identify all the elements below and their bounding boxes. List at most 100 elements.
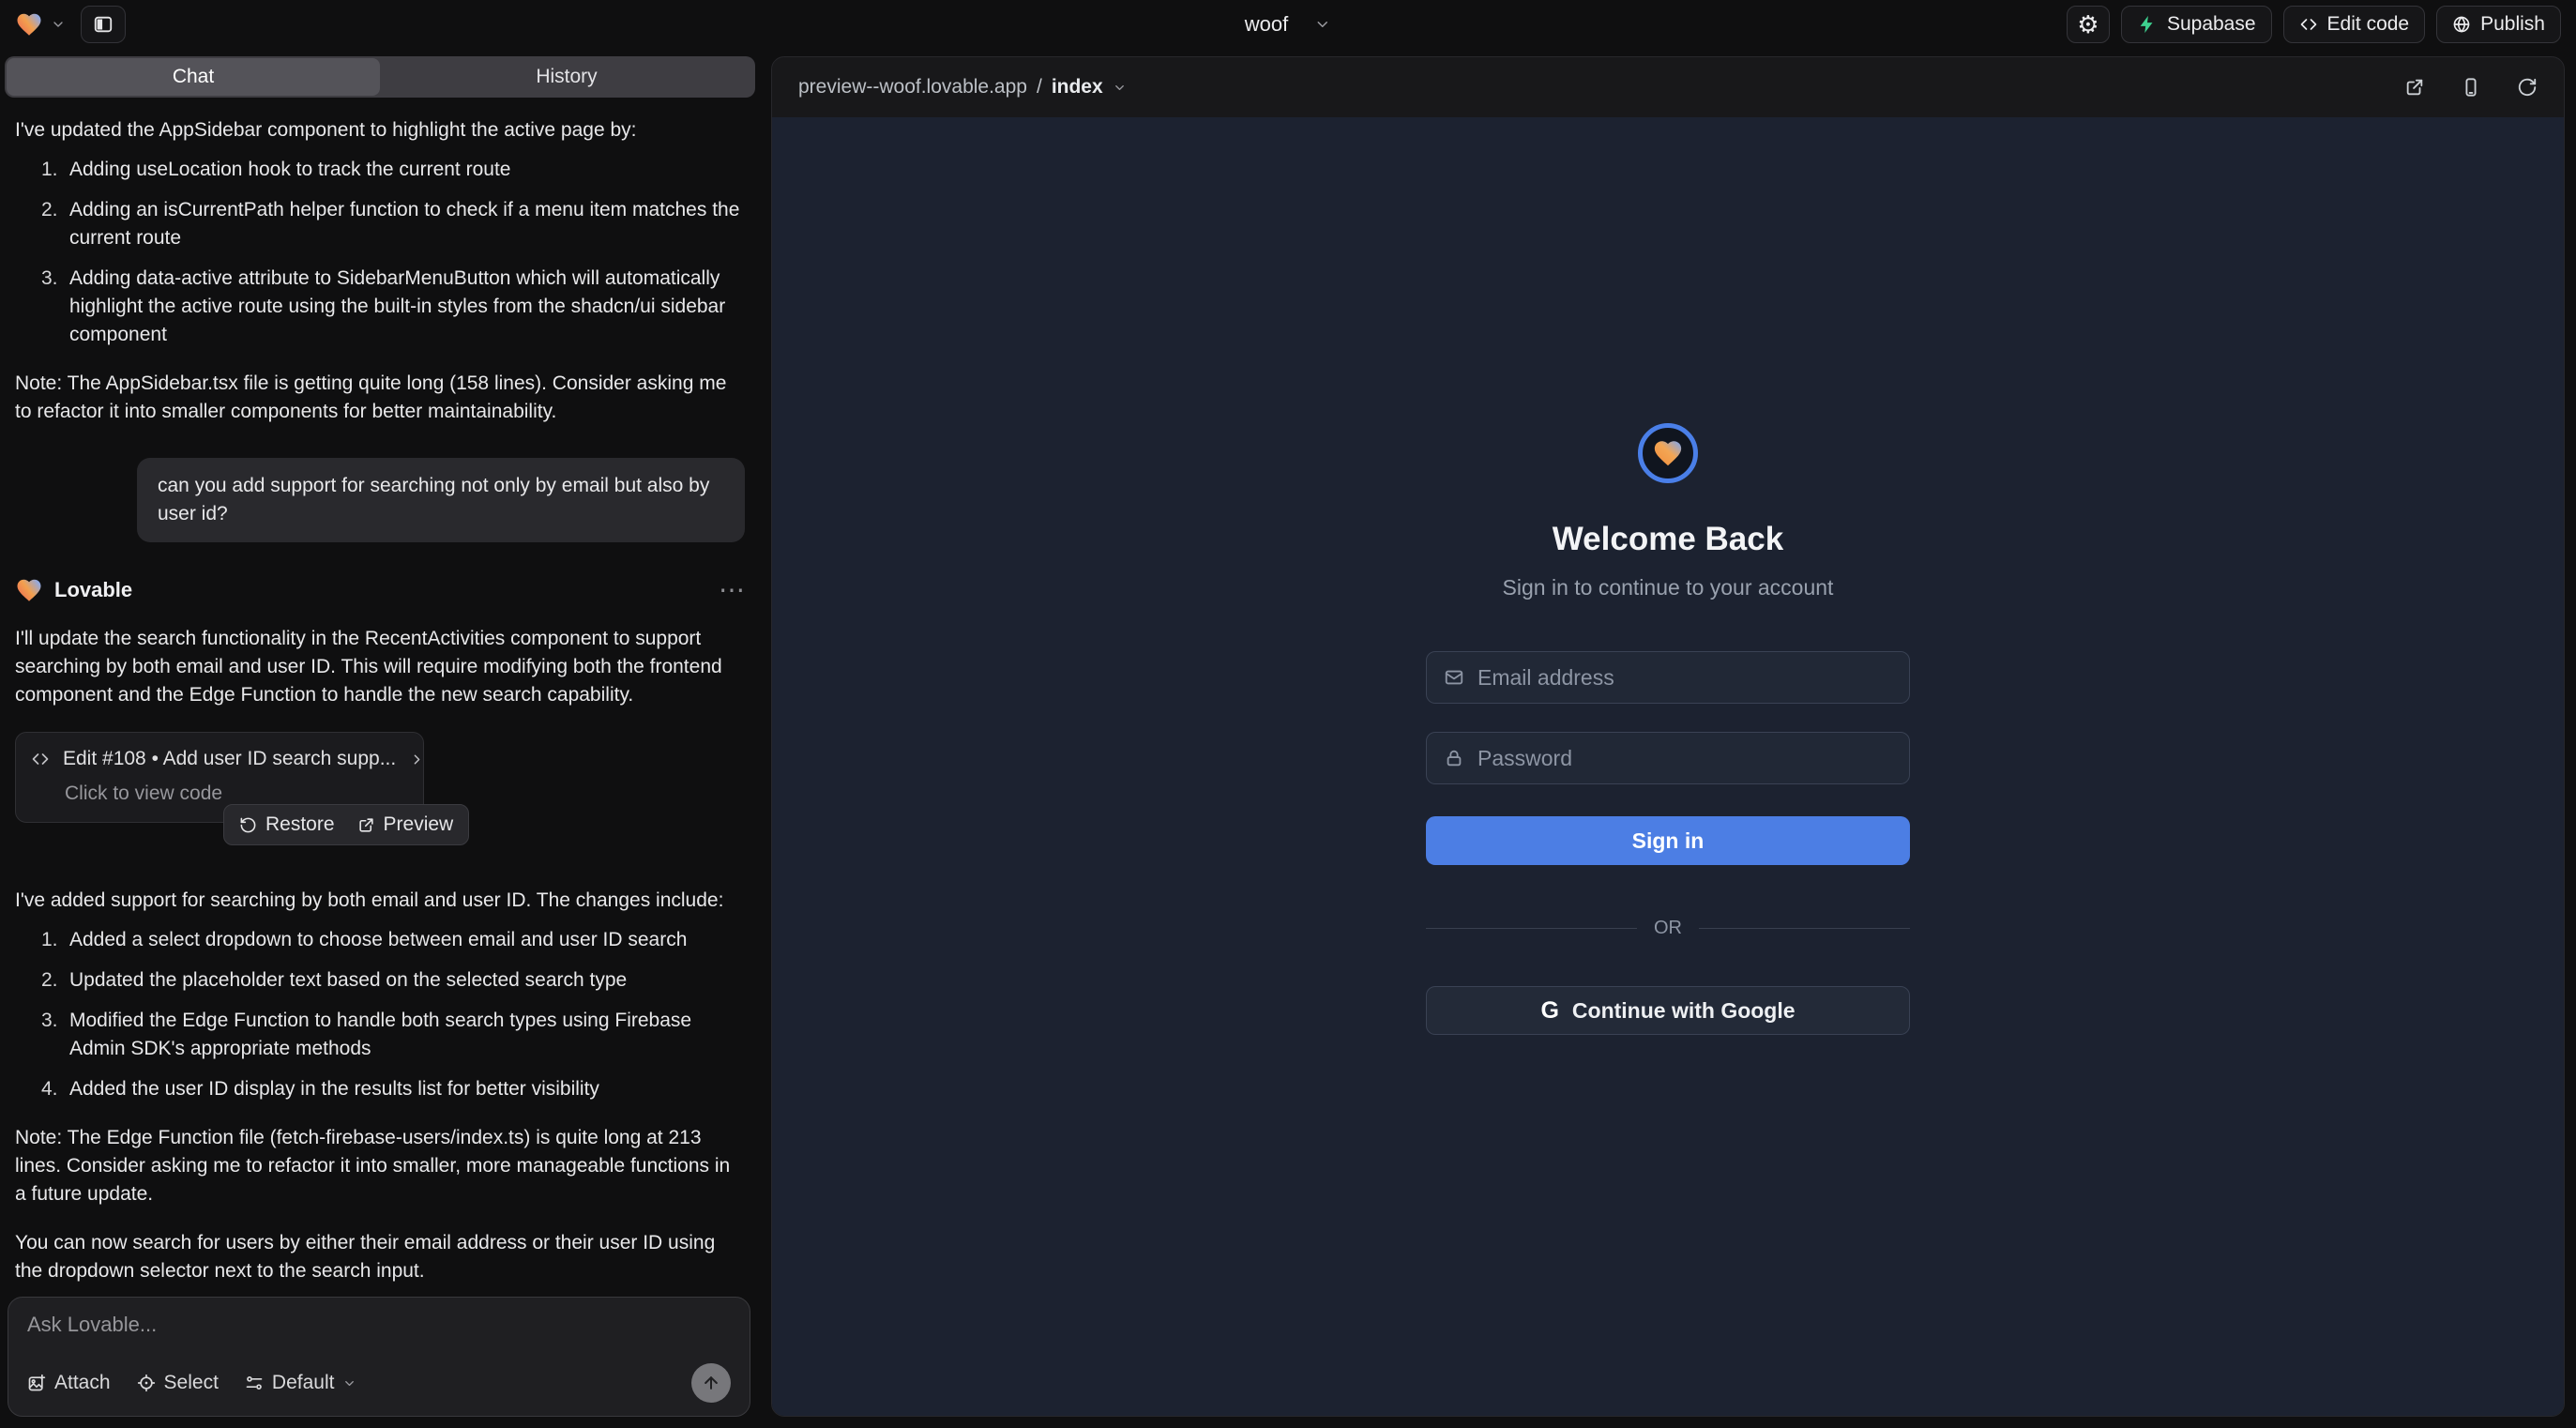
user-message-text: can you add support for searching not on… [158, 475, 709, 524]
sliders-icon [245, 1374, 264, 1392]
project-switcher[interactable]: woof [1245, 0, 1331, 49]
preview-pane: preview--woof.lovable.app / index [771, 56, 2565, 1417]
assistant-paragraph: I've added support for searching by both… [15, 887, 745, 915]
assistant-note: Note: The AppSidebar.tsx file is getting… [15, 370, 745, 426]
message-menu-button[interactable]: ⋯ [719, 581, 745, 600]
auth-title: Welcome Back [1553, 521, 1783, 558]
chevron-right-icon [409, 752, 425, 767]
settings-button[interactable]: ⚙ [2067, 6, 2110, 43]
attach-label: Attach [54, 1372, 111, 1394]
select-label: Select [164, 1372, 219, 1394]
password-field[interactable] [1426, 732, 1910, 784]
chevron-down-icon [1314, 16, 1331, 33]
gear-icon: ⚙ [2077, 10, 2099, 39]
list-number: 3. [41, 1007, 69, 1063]
password-input[interactable] [1477, 746, 1892, 771]
assistant-message-header: Lovable ⋯ [15, 576, 745, 604]
composer: Attach Select Default [8, 1297, 750, 1417]
composer-toolbar: Attach Select Default [27, 1363, 731, 1403]
lovable-heart-icon [15, 576, 43, 604]
chat-sidebar: Chat History I've updated the AppSidebar… [0, 49, 760, 1428]
code-icon [31, 750, 50, 768]
lovable-logo-menu[interactable] [15, 10, 66, 38]
auth-card: Welcome Back Sign in to continue to your… [1426, 117, 1910, 1035]
message-list: I've updated the AppSidebar component to… [0, 101, 760, 1287]
restore-label: Restore [265, 811, 335, 839]
open-in-new-tab-icon[interactable] [2404, 77, 2425, 98]
preview-actions [2404, 77, 2538, 98]
auth-subtitle: Sign in to continue to your account [1503, 575, 1834, 600]
edit-card-header: Edit #108 • Add user ID search supp... [31, 745, 408, 773]
select-element-button[interactable]: Select [137, 1372, 219, 1394]
envelope-icon [1444, 667, 1464, 688]
list-text: Adding data-active attribute to SidebarM… [69, 265, 745, 349]
list-text: Added a select dropdown to choose betwee… [69, 926, 745, 954]
lock-icon [1444, 748, 1464, 768]
list-item: 1. Adding useLocation hook to track the … [41, 156, 745, 184]
list-item: 2. Adding an isCurrentPath helper functi… [41, 196, 745, 252]
list-number: 4. [41, 1075, 69, 1103]
publish-label: Publish [2480, 13, 2545, 36]
send-button[interactable] [691, 1363, 731, 1403]
assistant-paragraph: You can now search for users by either t… [15, 1229, 745, 1285]
list-text: Adding an isCurrentPath helper function … [69, 196, 745, 252]
list-number: 3. [41, 265, 69, 349]
external-link-icon [357, 816, 375, 834]
preview-button[interactable]: Preview [357, 811, 454, 839]
restore-button[interactable]: Restore [239, 811, 335, 839]
publish-button[interactable]: Publish [2436, 6, 2561, 43]
user-message-bubble: can you add support for searching not on… [137, 458, 745, 542]
mode-selector[interactable]: Default [245, 1372, 357, 1394]
numbered-list: 1. Added a select dropdown to choose bet… [15, 926, 745, 1103]
preview-url-host: preview--woof.lovable.app [798, 76, 1027, 99]
assistant-paragraph: I'll update the search functionality in … [15, 625, 745, 709]
or-label: OR [1654, 918, 1682, 939]
tab-history[interactable]: History [380, 58, 753, 96]
supabase-button[interactable]: Supabase [2121, 6, 2272, 43]
target-icon [137, 1374, 156, 1392]
assistant-name: Lovable [54, 576, 132, 604]
mobile-view-icon[interactable] [2461, 77, 2481, 98]
version-actions-pill: Restore Preview [223, 804, 469, 845]
list-number: 2. [41, 196, 69, 252]
continue-with-google-button[interactable]: G Continue with Google [1426, 986, 1910, 1035]
list-text: Updated the placeholder text based on th… [69, 966, 745, 995]
preview-label: Preview [384, 811, 454, 839]
preview-header: preview--woof.lovable.app / index [772, 57, 2564, 117]
sign-in-button[interactable]: Sign in [1426, 816, 1910, 865]
preview-url-dropdown[interactable]: preview--woof.lovable.app / index [798, 76, 1127, 99]
list-item: 1. Added a select dropdown to choose bet… [41, 926, 745, 954]
attach-button[interactable]: Attach [27, 1372, 111, 1394]
edit-code-button[interactable]: Edit code [2283, 6, 2426, 43]
refresh-icon[interactable] [2517, 77, 2538, 98]
chevron-down-icon [1113, 81, 1127, 95]
list-item: 3. Adding data-active attribute to Sideb… [41, 265, 745, 349]
email-field[interactable] [1426, 651, 1910, 704]
topbar-left [15, 6, 126, 43]
url-separator: / [1037, 76, 1042, 99]
edit-code-label: Edit code [2327, 13, 2410, 36]
preview-url-path: index [1052, 76, 1103, 99]
assistant-paragraph: I've updated the AppSidebar component to… [15, 116, 745, 144]
or-divider: OR [1426, 918, 1910, 939]
tab-chat[interactable]: Chat [7, 58, 380, 96]
chat-history-tabs: Chat History [5, 56, 755, 98]
project-name: woof [1245, 12, 1288, 37]
list-item: 2. Updated the placeholder text based on… [41, 966, 745, 995]
lovable-heart-icon [15, 10, 43, 38]
list-number: 2. [41, 966, 69, 995]
topbar-actions: ⚙ Supabase Edit code Publish [2067, 6, 2561, 43]
restore-icon [239, 816, 257, 834]
main-split: Chat History I've updated the AppSidebar… [0, 49, 2576, 1428]
topbar: woof ⚙ Supabase Edit code Publish [0, 0, 2576, 49]
chevron-down-icon [51, 17, 66, 32]
google-label: Continue with Google [1572, 998, 1796, 1024]
sidebar-panel-icon [93, 14, 114, 35]
code-icon [2299, 15, 2318, 34]
toggle-sidebar-button[interactable] [81, 6, 126, 43]
mode-label: Default [272, 1372, 335, 1394]
chevron-down-icon [342, 1376, 356, 1390]
email-input[interactable] [1477, 665, 1892, 691]
image-plus-icon [27, 1374, 46, 1392]
chat-input[interactable] [27, 1313, 731, 1337]
